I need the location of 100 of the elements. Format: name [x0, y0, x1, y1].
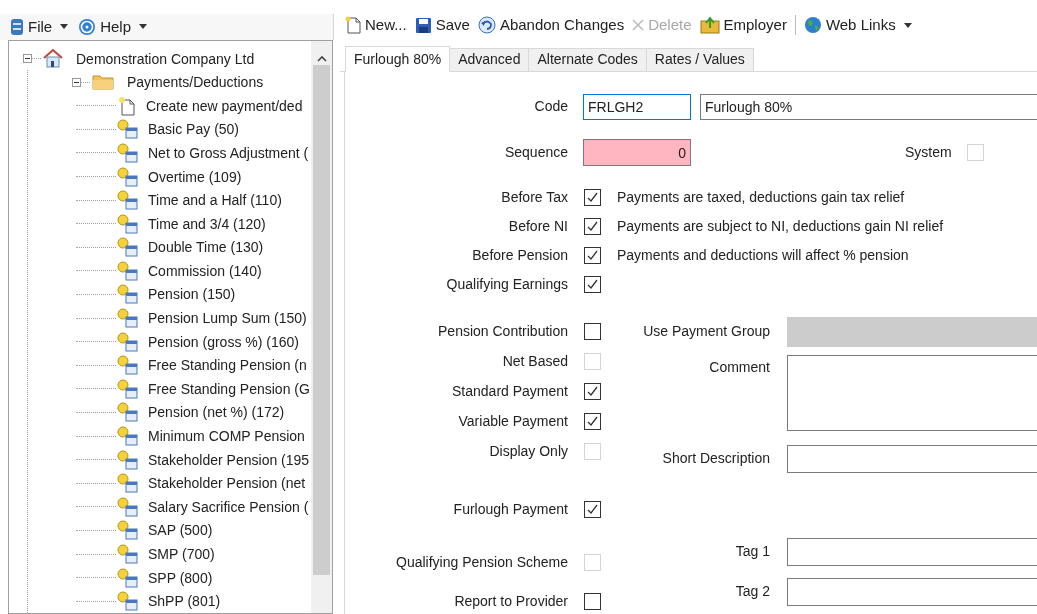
delete-icon [632, 19, 645, 32]
tree-item[interactable]: Double Time (130) [148, 240, 264, 255]
field-label: Display Only [488, 442, 568, 461]
tree-item[interactable]: Pension Lump Sum (150) [148, 311, 307, 326]
option-description: Payments are taxed, deductions gain tax relief [617, 187, 905, 207]
field-label: Use Payment Group [642, 322, 770, 341]
coin-table-icon [116, 237, 138, 258]
coin-table-icon [116, 544, 138, 564]
toolbar-button[interactable]: Save [414, 14, 470, 37]
checkbox[interactable] [584, 323, 601, 340]
coin-table-icon [116, 166, 138, 187]
undo-icon [477, 16, 496, 35]
collapse-icon[interactable] [23, 54, 32, 64]
coin-table-icon [116, 308, 138, 329]
checkbox[interactable] [584, 413, 601, 430]
coin-table-icon [116, 190, 138, 211]
coin-table-icon [116, 213, 138, 234]
checkbox[interactable] [584, 383, 601, 400]
field-label: Tag 1 [734, 542, 770, 561]
checkbox[interactable] [584, 217, 601, 235]
sequence-field[interactable]: 0 [583, 139, 691, 166]
field-label: Qualifying Earnings [445, 274, 568, 294]
tree-item[interactable]: Pension (net %) (172) [148, 405, 285, 420]
tree-item[interactable]: SPP (800) [148, 570, 213, 585]
menu-item[interactable]: Help [78, 15, 148, 39]
scrollbar[interactable] [311, 40, 332, 613]
tree-item[interactable]: ShPP (801) [148, 594, 221, 609]
field-label: Qualifying Pension Scheme [395, 553, 568, 572]
menu-item[interactable]: File [10, 15, 69, 39]
field-label: Before NI [507, 216, 568, 236]
tab[interactable]: Alternate Codes [529, 47, 647, 71]
tree-item[interactable]: Create new payment/ded [146, 98, 303, 113]
tree-item[interactable]: Pension (gross %) (160) [148, 334, 299, 349]
field-label: Standard Payment [451, 382, 568, 401]
caret-icon [139, 24, 148, 30]
tree-item[interactable]: Free Standing Pension (G [148, 381, 310, 396]
collapse-icon[interactable] [72, 77, 81, 87]
field-label: Short Description [661, 449, 770, 468]
coin-table-icon [116, 119, 138, 140]
checkbox[interactable] [584, 275, 601, 293]
name-field[interactable]: Furlough 80% [700, 93, 1037, 120]
field-label: Tag 2 [734, 582, 770, 601]
tree-item[interactable]: Payments/Deductions [127, 75, 264, 90]
checkbox[interactable] [584, 593, 601, 610]
coin-table-icon [116, 260, 138, 281]
tree-item[interactable]: Overtime (109) [148, 169, 242, 184]
field-label: Before Tax [500, 187, 568, 207]
field-label: Comment [708, 357, 770, 377]
toolbar-button[interactable]: Web Links [803, 14, 912, 37]
tree-item[interactable]: Basic Pay (50) [148, 122, 240, 137]
field-label: Pension Contribution [437, 322, 568, 341]
tree-item[interactable]: Net to Gross Adjustment ( [148, 145, 309, 160]
tree-item[interactable]: Demonstration Company Ltd [76, 51, 255, 66]
coin-table-icon [116, 331, 138, 352]
folder-icon [92, 74, 114, 91]
option-description: Payments are subject to NI, deductions gain NI relief [617, 216, 944, 236]
field-label: Report to Provider [453, 592, 568, 611]
tree-item[interactable]: SMP (700) [148, 547, 215, 561]
tree-item[interactable]: Pension (150) [148, 287, 236, 302]
checkbox[interactable] [584, 246, 601, 264]
field-label: Variable Payment [457, 412, 568, 431]
tree-item[interactable]: Stakeholder Pension (net [148, 476, 306, 491]
tree-item[interactable]: Time and 3/4 (120) [148, 216, 266, 231]
checkbox[interactable] [584, 188, 601, 206]
help-icon [78, 17, 97, 36]
tab[interactable]: Furlough 80% [345, 45, 451, 72]
tree-item[interactable]: SAP (500) [148, 523, 213, 538]
toolbar-button[interactable]: New... [345, 14, 407, 37]
text-field[interactable] [787, 537, 1037, 566]
tree-item[interactable]: Salary Sacrifice Pension ( [148, 499, 309, 514]
tab[interactable]: Advanced [450, 47, 530, 71]
coin-table-icon [116, 142, 138, 163]
globe-icon [803, 16, 822, 35]
tree-item[interactable]: Free Standing Pension (n [148, 358, 307, 373]
toolbar-button[interactable]: Abandon Changes [477, 14, 625, 37]
coin-table-icon [116, 378, 138, 399]
folder-arrow-icon [699, 16, 720, 35]
coin-table-icon [116, 591, 138, 612]
text-field[interactable] [787, 354, 1037, 431]
text-field[interactable] [787, 577, 1037, 606]
checkbox[interactable] [584, 501, 601, 518]
tree-item[interactable]: Commission (140) [148, 263, 262, 278]
scroll-up-icon[interactable] [316, 54, 327, 62]
coin-table-icon [116, 402, 138, 423]
tab[interactable]: Rates / Values [646, 47, 754, 71]
caret-icon [60, 24, 69, 30]
database-icon [10, 17, 24, 36]
tree-item[interactable]: Minimum COMP Pension [148, 429, 305, 444]
menu-label: File [28, 16, 53, 37]
coin-table-icon [116, 520, 138, 541]
field-label: System [905, 143, 952, 162]
save-icon [414, 16, 432, 34]
tree-item[interactable]: Stakeholder Pension (195 [148, 452, 310, 467]
field-label: Net Based [501, 352, 568, 371]
code-field[interactable]: FRLGH2 [583, 93, 691, 120]
tree-item[interactable]: Time and a Half (110) [148, 193, 282, 208]
toolbar-button[interactable]: Employer [699, 14, 787, 37]
new-document-icon [345, 16, 361, 35]
text-field[interactable] [787, 444, 1037, 473]
scroll-thumb[interactable] [313, 64, 330, 575]
